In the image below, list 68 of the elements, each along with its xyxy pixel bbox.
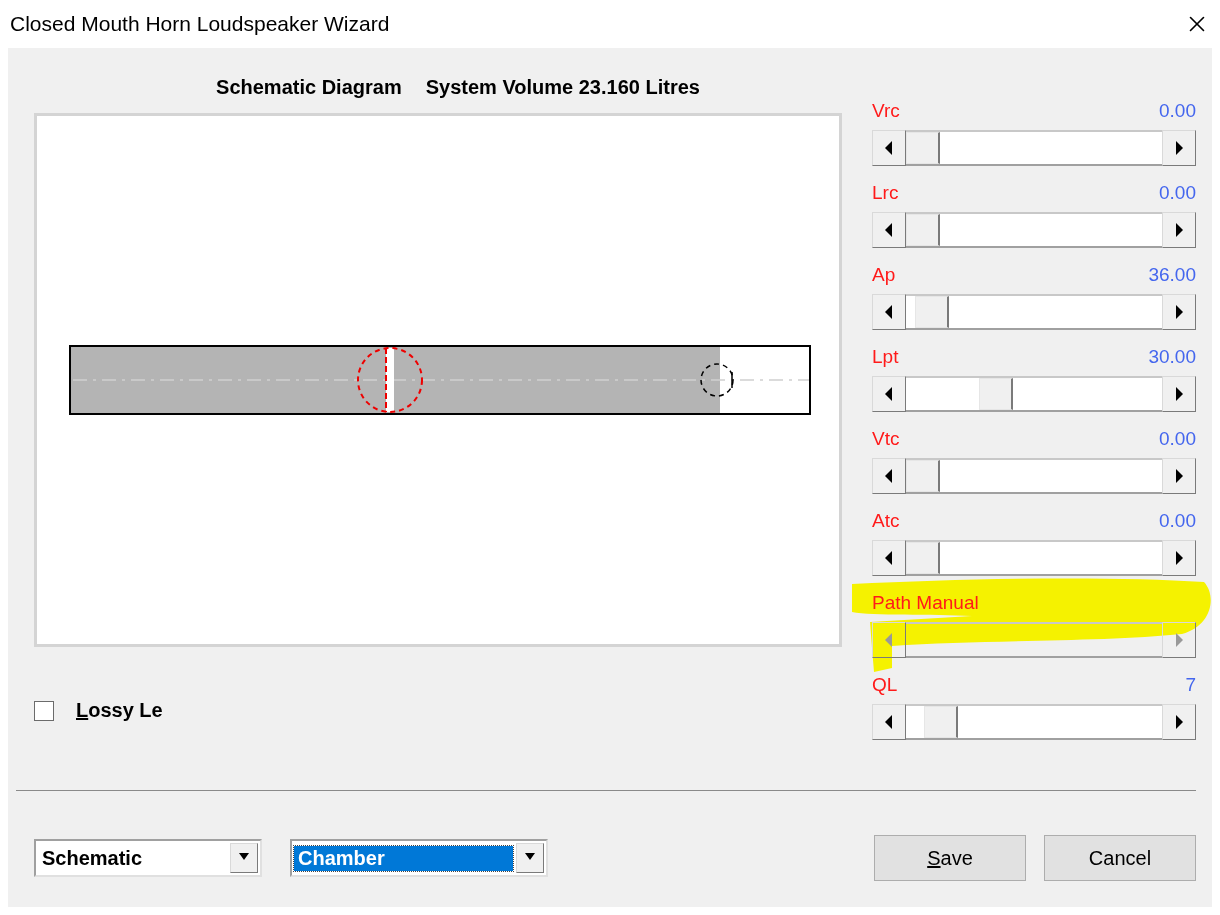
- system-volume: System Volume 23.160 Litres: [425, 76, 700, 99]
- scrollbar[interactable]: [872, 376, 1196, 412]
- slider-value: 0.00: [1159, 182, 1196, 204]
- slider-label: Atc: [872, 510, 900, 532]
- scrollbar[interactable]: [872, 212, 1196, 248]
- left-arrow-icon: [884, 223, 894, 237]
- dialog-button[interactable]: Cancel: [1044, 835, 1196, 881]
- left-arrow-icon: [884, 715, 894, 729]
- right-arrow-icon: [1174, 551, 1184, 565]
- slider-label: Vtc: [872, 428, 900, 450]
- scroll-left-button[interactable]: [872, 294, 906, 330]
- scroll-right-button[interactable]: [1162, 540, 1196, 576]
- scroll-left-button[interactable]: [872, 540, 906, 576]
- slider-thumb[interactable]: [914, 296, 949, 328]
- left-arrow-icon: [884, 387, 894, 401]
- scroll-left-button[interactable]: [872, 458, 906, 494]
- left-arrow-icon: [884, 141, 894, 155]
- slider-label: Lrc: [872, 182, 899, 204]
- slider-label: QL: [872, 674, 898, 696]
- right-arrow-icon: [1174, 715, 1184, 729]
- scroll-right-button[interactable]: [1162, 130, 1196, 166]
- slider-label: Path Manual: [872, 592, 979, 614]
- slider-thumb[interactable]: [923, 706, 958, 738]
- slider-value: 0.00: [1159, 100, 1196, 122]
- scrollbar[interactable]: [872, 704, 1196, 740]
- right-arrow-icon: [1174, 141, 1184, 155]
- checkbox-label: Lossy Le: [76, 699, 163, 722]
- scroll-right-button[interactable]: [1162, 294, 1196, 330]
- window-title: Closed Mouth Horn Loudspeaker Wizard: [10, 12, 390, 36]
- slider-value: 0.00: [1159, 428, 1196, 450]
- slider-thumb[interactable]: [906, 132, 940, 164]
- dropdown[interactable]: Chamber: [290, 839, 548, 877]
- slider-label: Ap: [872, 264, 896, 286]
- dropdown[interactable]: Schematic: [34, 839, 262, 877]
- slider-thumb[interactable]: [906, 542, 940, 574]
- right-arrow-icon: [1174, 633, 1184, 647]
- slider-label: Lpt: [872, 346, 899, 368]
- scroll-left-button[interactable]: [872, 212, 906, 248]
- scroll-right-button[interactable]: [1162, 458, 1196, 494]
- diagram-heading: Schematic Diagram: [216, 76, 402, 99]
- right-arrow-icon: [1174, 305, 1184, 319]
- left-arrow-icon: [884, 551, 894, 565]
- scroll-left-button[interactable]: [872, 376, 906, 412]
- lossy-checkbox[interactable]: [34, 700, 54, 721]
- scroll-left-button[interactable]: [872, 704, 906, 740]
- scrollbar[interactable]: [872, 130, 1196, 166]
- scrollbar[interactable]: [872, 458, 1196, 494]
- slider-thumb[interactable]: [906, 460, 940, 492]
- left-arrow-icon: [884, 305, 894, 319]
- dialog-button[interactable]: Save: [874, 835, 1026, 881]
- scroll-left-button[interactable]: [872, 130, 906, 166]
- right-arrow-icon: [1174, 469, 1184, 483]
- slider-thumb[interactable]: [979, 378, 1014, 410]
- scrollbar[interactable]: [872, 540, 1196, 576]
- scroll-right-button[interactable]: [1162, 212, 1196, 248]
- slider-value: 30.00: [1148, 346, 1196, 368]
- scrollbar[interactable]: [872, 294, 1196, 330]
- scroll-right-button[interactable]: [1162, 376, 1196, 412]
- left-arrow-icon: [884, 633, 894, 647]
- slider-value: 0.00: [1159, 510, 1196, 532]
- slider-value: 36.00: [1148, 264, 1196, 286]
- slider-label: Vrc: [872, 100, 900, 122]
- right-arrow-icon: [1174, 387, 1184, 401]
- right-arrow-icon: [1174, 223, 1184, 237]
- slider-value: 7: [1185, 674, 1196, 696]
- scroll-right-button[interactable]: [1162, 704, 1196, 740]
- slider-thumb[interactable]: [906, 214, 940, 246]
- left-arrow-icon: [884, 469, 894, 483]
